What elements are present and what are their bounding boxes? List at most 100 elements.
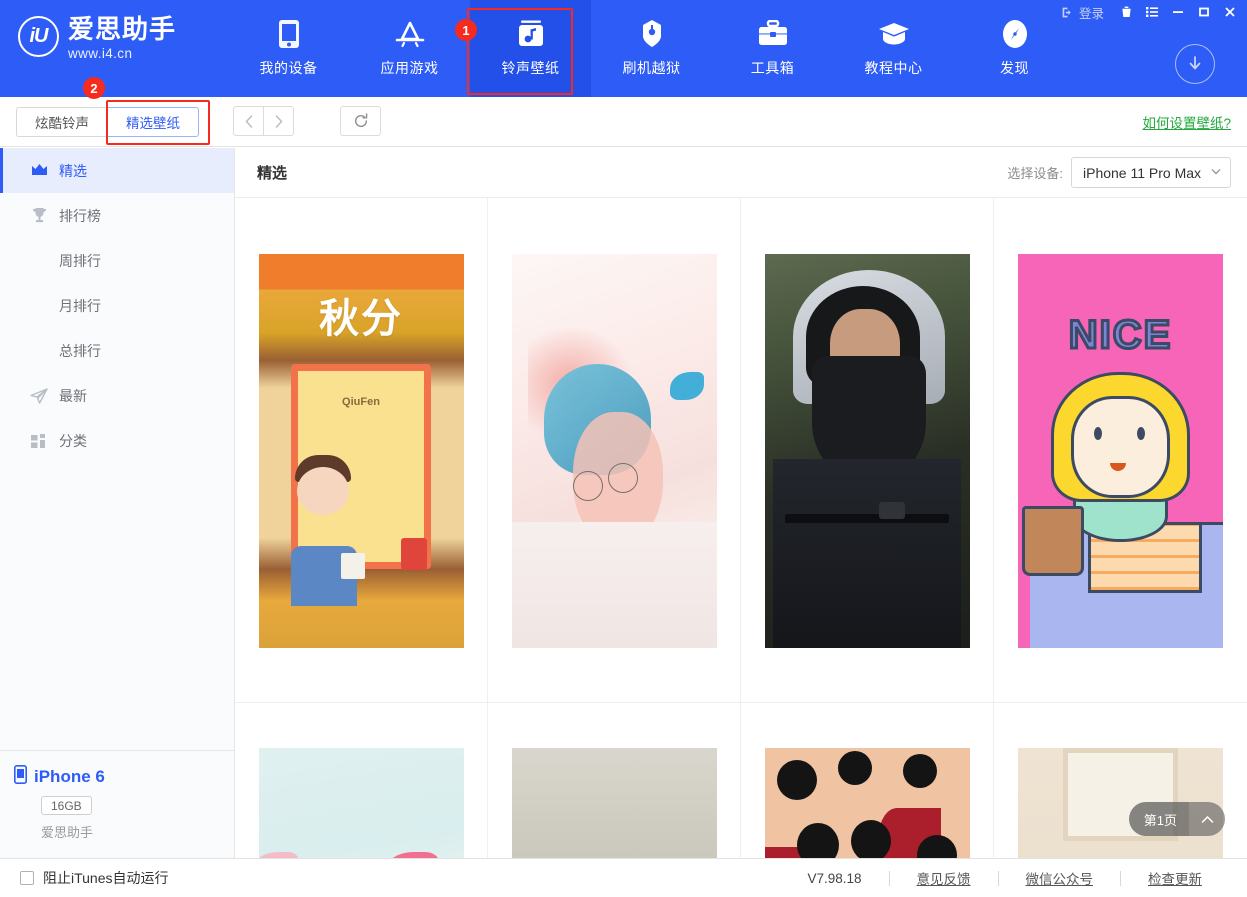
nav-item-flash-jailbreak[interactable]: 刷机越狱 <box>591 0 712 97</box>
app-window: 登录 iU <box>0 0 1247 897</box>
nav-label: 应用游戏 <box>381 58 439 78</box>
tab-cool-ringtones[interactable]: 炫酷铃声 <box>16 107 108 137</box>
device-selector-label: 选择设备: <box>1007 163 1063 182</box>
sidebar-item-label: 排行榜 <box>59 206 101 226</box>
checkbox-icon[interactable] <box>20 871 34 885</box>
toolbox-icon <box>758 17 788 51</box>
wallpaper-thumbnail <box>765 748 970 858</box>
wallpaper-caption: NICE <box>1018 313 1223 358</box>
wechat-link[interactable]: 微信公众号 <box>999 868 1121 888</box>
version-label: V7.98.18 <box>780 871 888 886</box>
history-nav-buttons <box>233 106 294 136</box>
wallpaper-thumbnail <box>259 748 464 858</box>
close-icon[interactable] <box>1217 2 1243 22</box>
page-title: 精选 <box>257 162 287 183</box>
download-circle-icon[interactable] <box>1175 44 1215 84</box>
sub-toolbar: 炫酷铃声 精选壁纸 <box>0 97 1247 147</box>
graduation-icon <box>878 17 910 51</box>
nav-label: 铃声壁纸 <box>502 58 560 78</box>
nav-item-tutorial-center[interactable]: 教程中心 <box>833 0 954 97</box>
sidebar-item-category[interactable]: 分类 <box>0 418 234 463</box>
feedback-link[interactable]: 意见反馈 <box>890 868 998 888</box>
refresh-icon[interactable] <box>340 106 381 136</box>
flash-icon <box>641 17 663 51</box>
grid-icon <box>30 432 48 450</box>
tab-label: 精选壁纸 <box>126 112 180 132</box>
annotation-badge-1: 1 <box>455 19 477 41</box>
music-box-icon <box>518 17 544 51</box>
device-capacity: 16GB <box>41 796 92 815</box>
sidebar-item-label: 总排行 <box>59 341 101 361</box>
wallpaper-cell[interactable] <box>488 198 741 703</box>
brand-name: 爱思助手 <box>68 14 176 45</box>
send-icon <box>30 387 48 405</box>
wallpaper-thumbnail <box>765 254 970 648</box>
sidebar-item-label: 周排行 <box>59 251 101 271</box>
compass-icon <box>1002 17 1028 51</box>
nav-label: 我的设备 <box>260 58 318 78</box>
wallpaper-cell[interactable] <box>741 198 994 703</box>
check-update-link[interactable]: 检查更新 <box>1121 868 1229 888</box>
wallpaper-thumbnail: NICE <box>1018 254 1223 648</box>
sidebar-item-weekly-ranking[interactable]: 周排行 <box>0 238 234 283</box>
nav-label: 工具箱 <box>751 58 795 78</box>
page-number-label: 第1页 <box>1129 802 1189 836</box>
chevron-right-icon[interactable] <box>263 106 294 136</box>
sidebar-item-featured[interactable]: 精选 <box>0 148 234 193</box>
nav-item-toolbox[interactable]: 工具箱 <box>712 0 833 97</box>
appstore-icon <box>394 17 426 51</box>
status-bar: 阻止iTunes自动运行 V7.98.18 意见反馈 微信公众号 检查更新 <box>0 858 1247 897</box>
chevron-up-icon[interactable] <box>1189 802 1225 836</box>
crown-icon <box>30 162 48 180</box>
trophy-icon <box>30 207 48 225</box>
wallpaper-ringtone-tabs: 炫酷铃声 精选壁纸 <box>16 107 199 137</box>
sidebar-item-label: 最新 <box>59 386 87 406</box>
sidebar-item-total-ranking[interactable]: 总排行 <box>0 328 234 373</box>
logo-mark: iU <box>30 25 48 48</box>
device-selector: 选择设备: iPhone 11 Pro Max <box>1007 157 1231 188</box>
nav-item-my-device[interactable]: 我的设备 <box>228 0 349 97</box>
chevron-down-icon <box>1211 167 1221 178</box>
annotation-badge-2: 2 <box>83 77 105 99</box>
main-nav: 我的设备 应用游戏 铃声壁纸 <box>228 0 1075 97</box>
brand-logo: iU 爱思助手 www.i4.cn <box>18 14 176 62</box>
wallpaper-thumbnail <box>512 748 717 858</box>
minimize-icon[interactable] <box>1165 2 1191 22</box>
wallpaper-cell[interactable]: 秋分 QiuFen <box>235 198 488 703</box>
wallpaper-cell[interactable] <box>488 703 741 858</box>
block-itunes-checkbox[interactable]: 阻止iTunes自动运行 <box>20 868 169 888</box>
wallpaper-thumbnail: 秋分 QiuFen <box>259 254 464 648</box>
tab-featured-wallpapers[interactable]: 精选壁纸 <box>107 107 199 137</box>
nav-item-discover[interactable]: 发现 <box>954 0 1075 97</box>
content-area: 精选 选择设备: iPhone 11 Pro Max 秋分 QiuFen <box>235 148 1247 858</box>
sidebar-item-ranking[interactable]: 排行榜 <box>0 193 234 238</box>
device-name: iPhone 6 <box>34 767 105 787</box>
content-header: 精选 选择设备: iPhone 11 Pro Max <box>235 148 1247 198</box>
wallpaper-cell[interactable] <box>741 703 994 858</box>
nav-label: 发现 <box>1000 58 1029 78</box>
nav-item-apps-games[interactable]: 应用游戏 <box>349 0 470 97</box>
sidebar-item-label: 月排行 <box>59 296 101 316</box>
sidebar: 精选 排行榜 周排行 月排行 总排行 最新 分类 <box>0 148 235 858</box>
wallpaper-caption-pinyin: QiuFen <box>259 396 464 408</box>
window-controls: 登录 <box>1059 2 1243 22</box>
brand-url: www.i4.cn <box>68 45 176 62</box>
i4-logo-icon: iU <box>18 16 59 57</box>
sidebar-item-monthly-ranking[interactable]: 月排行 <box>0 283 234 328</box>
maximize-icon[interactable] <box>1191 2 1217 22</box>
connected-device-panel[interactable]: iPhone 6 16GB 爱思助手 <box>0 750 234 858</box>
sidebar-item-latest[interactable]: 最新 <box>0 373 234 418</box>
sidebar-item-label: 精选 <box>59 161 87 181</box>
device-selector-dropdown[interactable]: iPhone 11 Pro Max <box>1071 157 1231 188</box>
menu-icon[interactable] <box>1139 2 1165 22</box>
nav-label: 刷机越狱 <box>623 58 681 78</box>
how-to-set-wallpaper-link[interactable]: 如何设置壁纸? <box>1142 112 1231 132</box>
chevron-left-icon[interactable] <box>233 106 264 136</box>
wallpaper-grid: 秋分 QiuFen <box>235 198 1247 858</box>
sidebar-item-label: 分类 <box>59 431 87 451</box>
tab-label: 炫酷铃声 <box>35 112 89 132</box>
trash-icon[interactable] <box>1113 2 1139 22</box>
nav-item-ringtones-wallpapers[interactable]: 铃声壁纸 <box>470 0 591 97</box>
wallpaper-cell[interactable]: NICE <box>994 198 1247 703</box>
wallpaper-cell[interactable] <box>235 703 488 858</box>
